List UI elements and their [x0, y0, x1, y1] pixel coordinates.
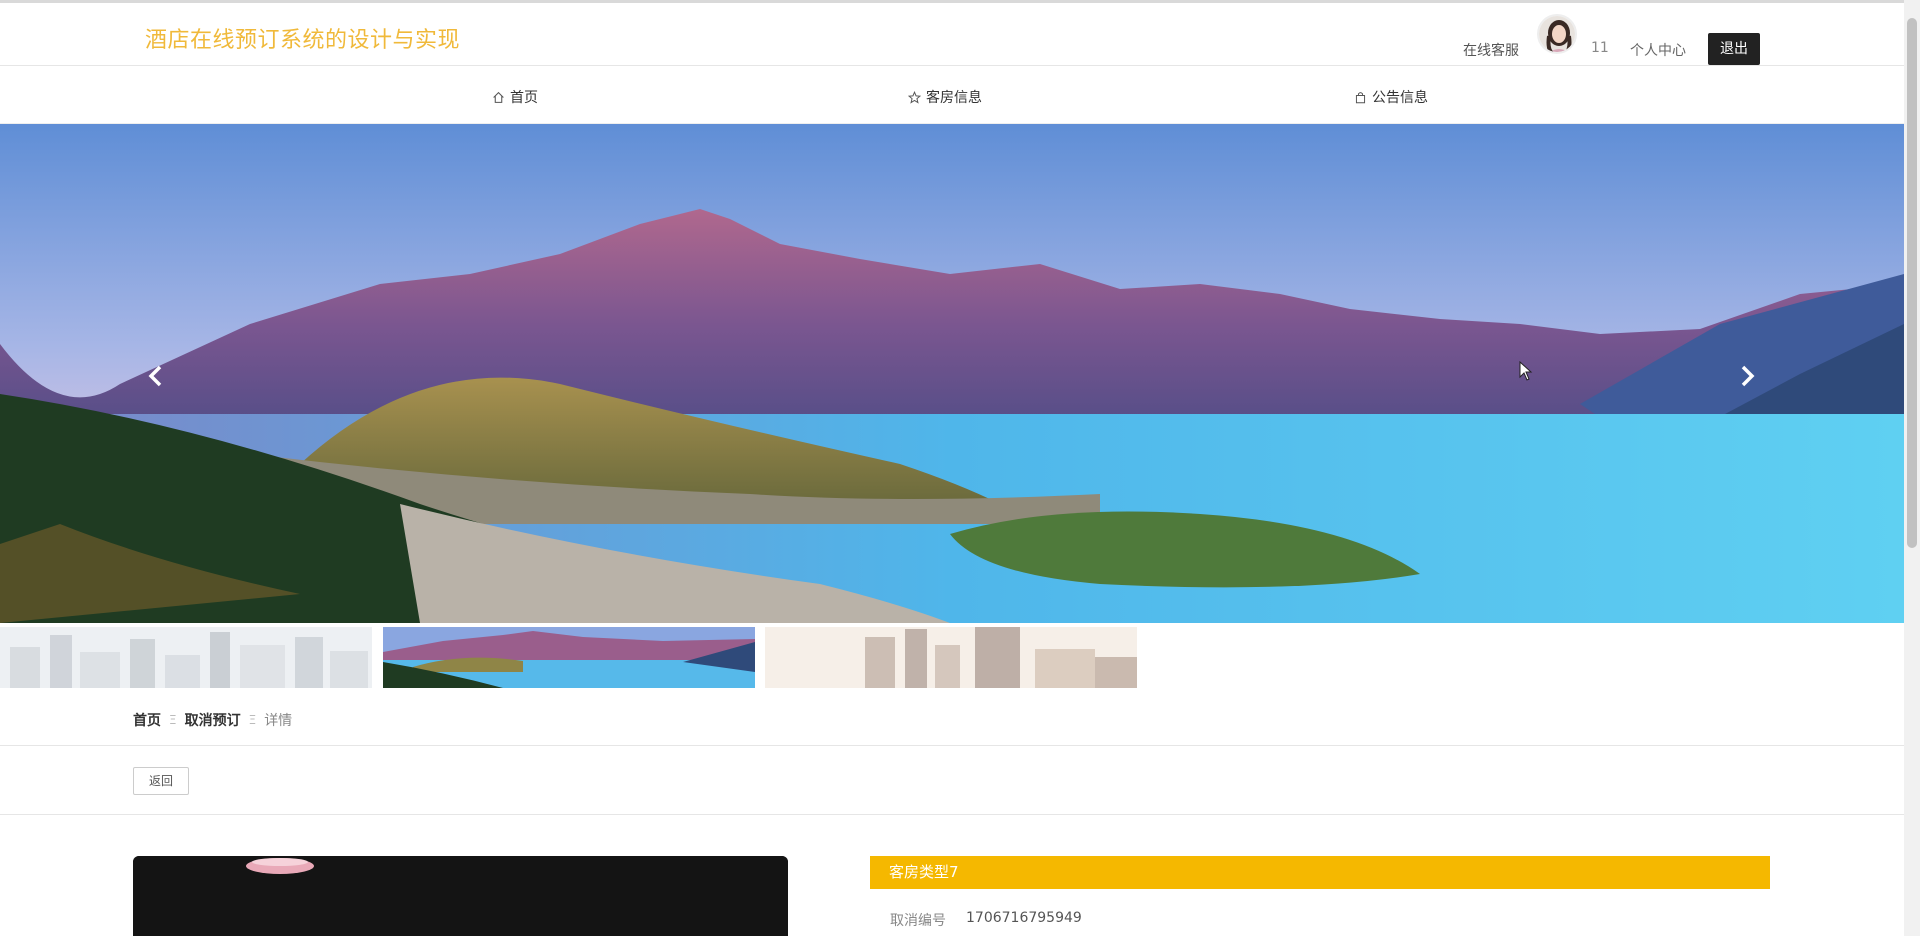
- scrollbar-thumb[interactable]: [1907, 18, 1917, 548]
- carousel-next-button[interactable]: [1728, 356, 1768, 396]
- divider: [0, 745, 1904, 746]
- nav-home-label: 首页: [510, 90, 538, 106]
- nav-item-notice[interactable]: 公告信息: [1354, 87, 1428, 107]
- nav-item-rooms[interactable]: 客房信息: [908, 87, 982, 107]
- nav-notice-label: 公告信息: [1372, 90, 1428, 106]
- banner-image: [0, 124, 1904, 623]
- header: 酒店在线预订系统的设计与实现 在线客服 11 个人中心 退出: [0, 3, 1904, 66]
- mouse-cursor-icon: [1519, 361, 1533, 381]
- breadcrumb-current: 详情: [264, 713, 293, 729]
- carousel-thumbnails: [0, 627, 1904, 688]
- banner-carousel[interactable]: [0, 124, 1904, 623]
- chevron-right-icon: [1741, 365, 1755, 387]
- main-nav: 首页 客房信息 公告信息: [0, 67, 1904, 124]
- breadcrumb-separator: Ξ: [169, 713, 177, 727]
- page-scrollbar[interactable]: [1904, 0, 1920, 936]
- star-icon: [908, 90, 921, 104]
- breadcrumb-separator: Ξ: [248, 713, 257, 727]
- thumbnail-3[interactable]: [765, 627, 1137, 688]
- avatar[interactable]: [1537, 14, 1577, 54]
- chevron-left-icon: [148, 365, 162, 387]
- home-icon: [493, 91, 504, 103]
- room-type-title: 客房类型7: [870, 856, 1770, 889]
- online-service-link[interactable]: 在线客服: [1463, 40, 1519, 60]
- site-title[interactable]: 酒店在线预订系统的设计与实现: [145, 22, 460, 54]
- nav-item-home[interactable]: 首页: [492, 87, 538, 107]
- page: 酒店在线预订系统的设计与实现 在线客服 11 个人中心 退出 首页 客房信息 公…: [0, 0, 1920, 936]
- breadcrumb-section[interactable]: 取消预订: [185, 710, 241, 730]
- bag-icon: [1355, 91, 1366, 103]
- cancel-number-row: 取消编号 1706716795949: [890, 910, 1082, 930]
- username-link[interactable]: 11: [1591, 40, 1609, 56]
- logout-button[interactable]: 退出: [1708, 33, 1760, 65]
- breadcrumb: 首页 Ξ 取消预订 Ξ 详情: [133, 710, 292, 730]
- divider: [0, 814, 1904, 815]
- user-center-link[interactable]: 个人中心: [1630, 40, 1686, 60]
- breadcrumb-home[interactable]: 首页: [133, 710, 161, 730]
- cancel-number-label: 取消编号: [890, 913, 946, 929]
- thumbnail-1[interactable]: [0, 627, 372, 688]
- back-button[interactable]: 返回: [133, 767, 189, 795]
- cancel-number-value: 1706716795949: [966, 910, 1082, 926]
- carousel-prev-button[interactable]: [135, 356, 175, 396]
- room-image: [133, 856, 788, 936]
- thumbnail-2-active[interactable]: [383, 627, 755, 688]
- nav-rooms-label: 客房信息: [926, 90, 982, 106]
